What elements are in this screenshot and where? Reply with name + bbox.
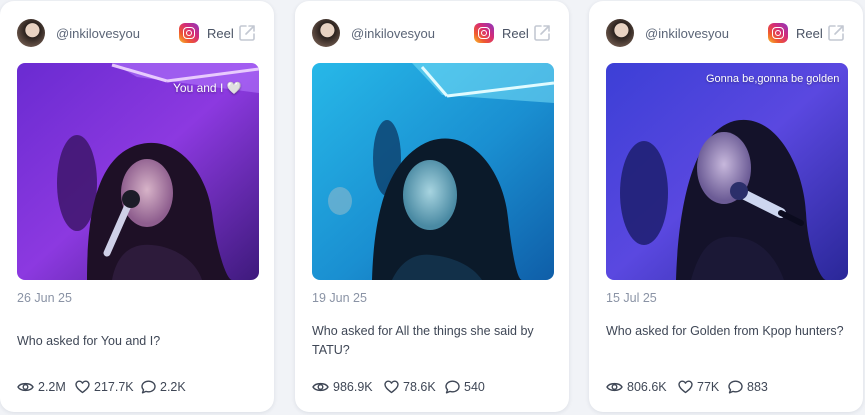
likes-stat: 217.7K [75,378,134,396]
views-stat: 2.2M [17,378,66,396]
post-type-label: Reel [502,26,529,41]
external-link-icon[interactable] [826,23,846,43]
post-card[interactable]: @inkilovesyou Reel [589,1,863,412]
views-stat: 986.9K [312,378,373,396]
likes-count: 77K [697,380,720,394]
thumbnail-image [17,63,259,280]
card-header: @inkilovesyou Reel [312,18,552,48]
avatar[interactable] [17,19,45,47]
post-caption: Who asked for You and I? [17,334,161,348]
likes-count: 217.7K [94,380,134,394]
views-stat: 806.6K [606,378,667,396]
external-link-icon[interactable] [237,23,257,43]
eye-icon [312,382,329,392]
comment-icon [141,380,156,394]
comments-stat: 2.2K [141,378,186,396]
reel-thumbnail[interactable]: Gonna be,gonna be golden [606,63,848,280]
post-card[interactable]: @inkilovesyou Reel [0,1,274,412]
instagram-icon [474,23,494,43]
overlay-caption: You and I 🤍 [173,81,242,95]
instagram-icon [179,23,199,43]
views-count: 986.9K [333,380,373,394]
reel-thumbnail[interactable]: You and I 🤍 [17,63,259,280]
account-handle[interactable]: @inkilovesyou [645,26,729,41]
thumbnail-image [312,63,554,280]
post-type-label: Reel [796,26,823,41]
comments-count: 883 [747,380,768,394]
heart-icon [75,380,90,394]
eye-icon [17,382,34,392]
post-date: 15 Jul 25 [606,291,657,305]
heart-icon [678,380,693,394]
avatar[interactable] [606,19,634,47]
eye-icon [606,382,623,392]
comments-stat: 883 [728,378,768,396]
views-count: 2.2M [38,380,66,394]
post-date: 26 Jun 25 [17,291,72,305]
account-handle[interactable]: @inkilovesyou [56,26,140,41]
overlay-caption: Gonna be,gonna be golden [706,73,840,85]
account-handle[interactable]: @inkilovesyou [351,26,435,41]
avatar[interactable] [312,19,340,47]
comment-icon [728,380,743,394]
reel-thumbnail[interactable] [312,63,554,280]
post-stats: 806.6K 77K 883 [606,378,853,396]
likes-stat: 77K [678,378,719,396]
thumbnail-image [606,63,848,280]
post-stats: 986.9K 78.6K 540 [312,378,559,396]
views-count: 806.6K [627,380,667,394]
likes-count: 78.6K [403,380,436,394]
post-card[interactable]: @inkilovesyou Reel [295,1,569,412]
post-caption: Who asked for Golden from Kpop hunters? [606,324,844,338]
comments-stat: 540 [445,378,485,396]
post-stats: 2.2M 217.7K 2.2K [17,378,264,396]
comment-icon [445,380,460,394]
likes-stat: 78.6K [384,378,436,396]
comments-count: 2.2K [160,380,186,394]
heart-icon [384,380,399,394]
post-type-label: Reel [207,26,234,41]
card-header: @inkilovesyou Reel [606,18,846,48]
card-header: @inkilovesyou Reel [17,18,257,48]
external-link-icon[interactable] [532,23,552,43]
post-date: 19 Jun 25 [312,291,367,305]
comments-count: 540 [464,380,485,394]
instagram-icon [768,23,788,43]
post-caption: Who asked for All the things she said by… [312,324,534,357]
